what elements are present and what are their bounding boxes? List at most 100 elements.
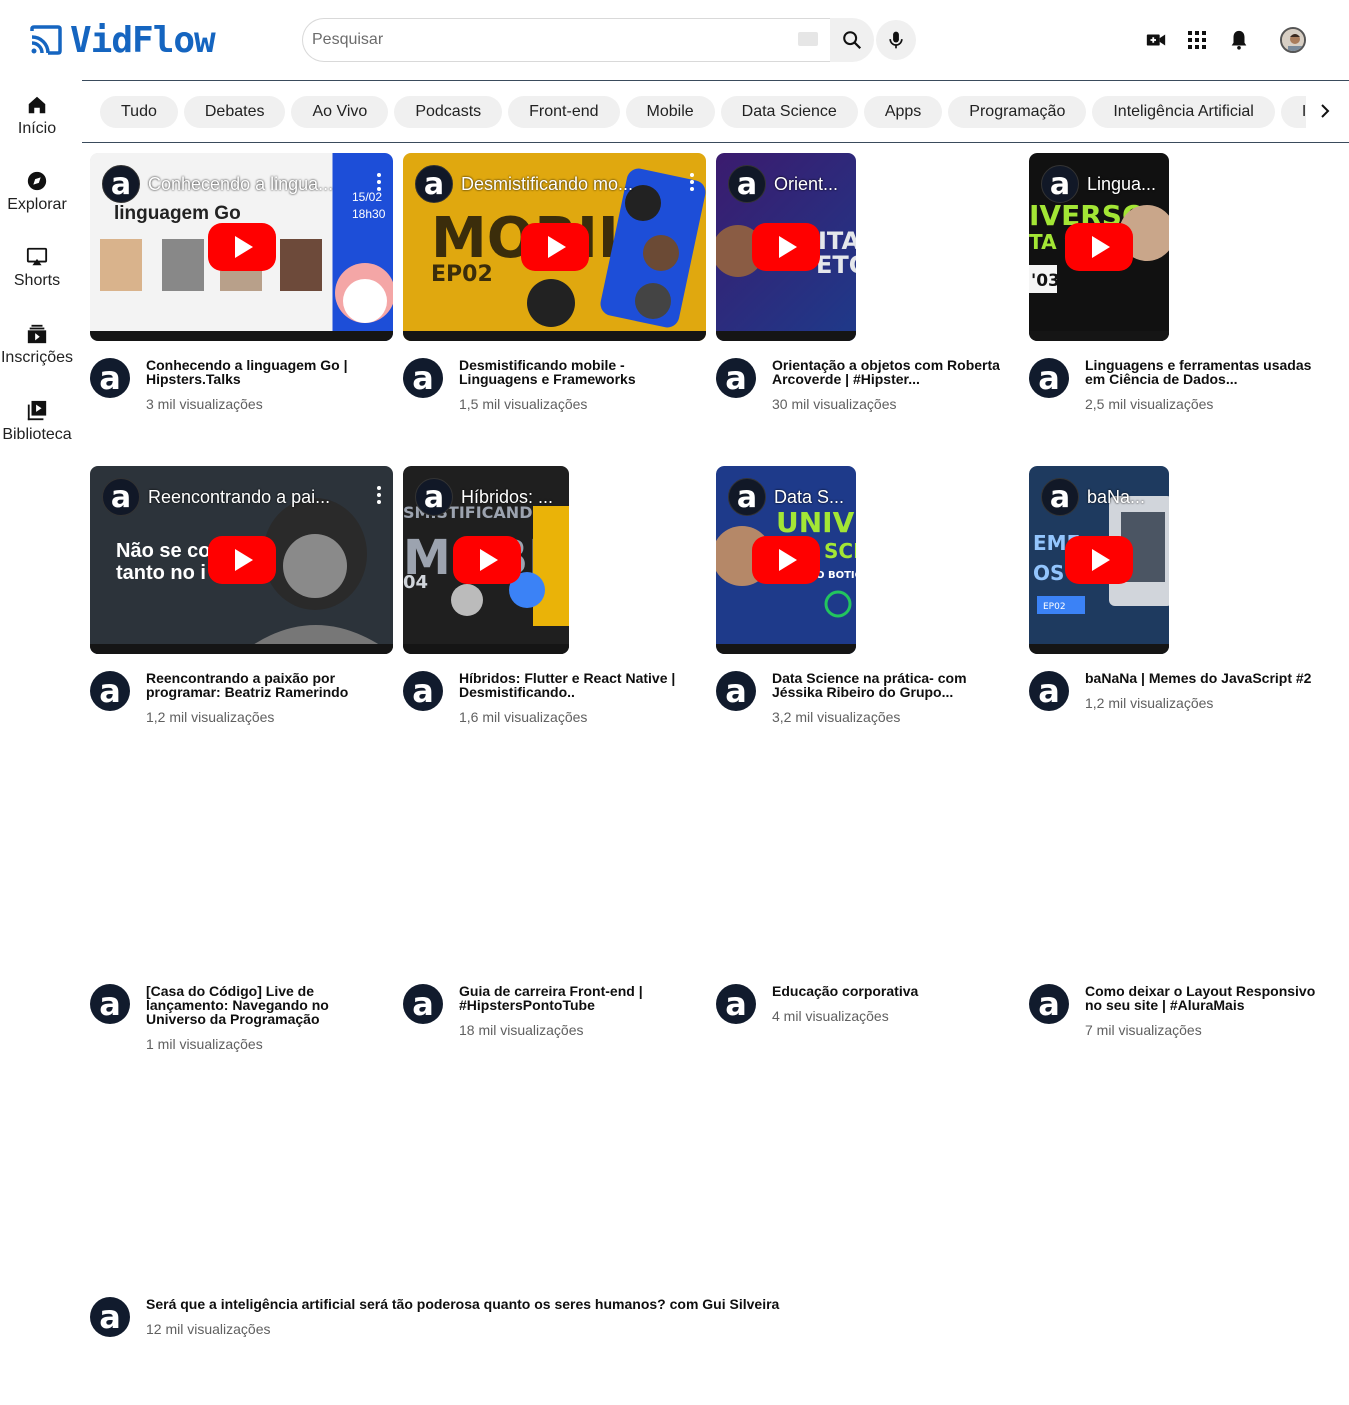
video-card[interactable]: linguagem Go 15/02 18h30 a Conhecendo a … bbox=[90, 153, 393, 412]
video-info: Data Science na prática- com Jéssika Rib… bbox=[772, 671, 1012, 725]
chip[interactable]: Inovação bbox=[1280, 96, 1306, 128]
video-thumbnail[interactable]: ITA ETO a Orient... bbox=[716, 153, 1019, 341]
video-card[interactable]: IVERSO TA S '03 a Lingua... a Linguagens… bbox=[1029, 153, 1332, 412]
video-thumbnail[interactable]: SMISTIFICANDO MOBILE 04 a Híbridos: ... bbox=[403, 466, 706, 654]
video-title[interactable]: Conhecendo a linguagem Go | Hipsters.Tal… bbox=[146, 358, 386, 386]
chip[interactable]: Mobile bbox=[625, 96, 715, 128]
more-options-icon[interactable] bbox=[377, 173, 381, 191]
channel-logo-icon: a bbox=[102, 478, 140, 516]
search-input[interactable] bbox=[312, 31, 782, 49]
video-thumbnail[interactable]: UNIVER SCI O BOTICÁ a Data S... bbox=[716, 466, 1019, 654]
video-info: Conhecendo a linguagem Go | Hipsters.Tal… bbox=[146, 358, 386, 412]
play-button-icon[interactable] bbox=[521, 223, 589, 271]
thumbnail-bottom-bar bbox=[90, 644, 393, 654]
chip[interactable]: Debates bbox=[183, 96, 286, 128]
play-button-icon[interactable] bbox=[752, 223, 820, 271]
svg-text:tanto no i: tanto no i bbox=[116, 562, 206, 584]
chip[interactable]: Front-end bbox=[508, 96, 620, 128]
video-views: 2,5 mil visualizações bbox=[1085, 396, 1214, 412]
chevron-right-icon[interactable] bbox=[1315, 101, 1335, 121]
channel-avatar-icon[interactable]: a bbox=[403, 671, 443, 711]
channel-avatar-icon[interactable]: a bbox=[1029, 358, 1069, 398]
video-thumbnail[interactable]: Não se co tanto no i a Reencontrando a p… bbox=[90, 466, 393, 654]
sidebar-item-biblioteca[interactable]: Biblioteca bbox=[0, 400, 74, 444]
play-button-icon[interactable] bbox=[752, 536, 820, 584]
video-title[interactable]: [Casa do Código] Live de lançamento: Nav… bbox=[146, 984, 386, 1026]
video-card[interactable]: SMISTIFICANDO MOBILE 04 a Híbridos: ... … bbox=[403, 466, 706, 725]
video-title[interactable]: Desmistificando mobile - Linguagens e Fr… bbox=[459, 358, 699, 386]
video-card[interactable]: UNIVER SCI O BOTICÁ a Data S... a Data S… bbox=[716, 466, 1019, 725]
channel-avatar-icon[interactable]: a bbox=[403, 984, 443, 1024]
sidebar-item-explorar[interactable]: Explorar bbox=[0, 170, 74, 214]
play-button-icon[interactable] bbox=[208, 536, 276, 584]
video-meta: a Desmistificando mobile - Linguagens e … bbox=[403, 358, 699, 412]
video-thumbnail[interactable]: EME OS EP02 a baNa... bbox=[1029, 466, 1332, 654]
video-thumbnail[interactable]: linguagem Go 15/02 18h30 a Conhecendo a … bbox=[90, 153, 393, 341]
play-button-icon[interactable] bbox=[453, 536, 521, 584]
video-meta: a [Casa do Código] Live de lançamento: N… bbox=[90, 984, 386, 1052]
video-title[interactable]: Orientação a objetos com Roberta Arcover… bbox=[772, 358, 1012, 386]
avatar bbox=[1280, 27, 1306, 53]
video-card[interactable]: Não se co tanto no i a Reencontrando a p… bbox=[90, 466, 393, 725]
channel-avatar-icon[interactable]: a bbox=[403, 358, 443, 398]
chip[interactable]: Data Science bbox=[720, 96, 858, 128]
video-title[interactable]: Guia de carreira Front-end | #HipstersPo… bbox=[459, 984, 699, 1012]
sidebar-item-shorts[interactable]: Shorts bbox=[0, 246, 74, 290]
channel-avatar-icon[interactable]: a bbox=[90, 358, 130, 398]
chip[interactable]: Inteligência Artificial bbox=[1092, 96, 1275, 128]
channel-logo-icon: a bbox=[728, 165, 766, 203]
create-button[interactable] bbox=[1140, 24, 1172, 56]
channel-avatar-icon[interactable]: a bbox=[716, 671, 756, 711]
chip[interactable]: Ao Vivo bbox=[291, 96, 389, 128]
video-title[interactable]: Data Science na prática- com Jéssika Rib… bbox=[772, 671, 1012, 699]
video-title[interactable]: baNaNa | Memes do JavaScript #2 bbox=[1085, 671, 1325, 685]
channel-avatar-icon[interactable]: a bbox=[716, 358, 756, 398]
channel-avatar-icon[interactable]: a bbox=[1029, 671, 1069, 711]
thumbnail-header: a baNa... bbox=[1041, 478, 1145, 516]
svg-text:04: 04 bbox=[403, 572, 428, 593]
video-meta: a Conhecendo a linguagem Go | Hipsters.T… bbox=[90, 358, 386, 412]
video-info: Linguagens e ferramentas usadas em Ciênc… bbox=[1085, 358, 1325, 412]
sidebar-item-inscricoes[interactable]: Inscrições bbox=[0, 323, 74, 367]
video-card[interactable]: MOBILE EP02 a Desmistificando mo... a De… bbox=[403, 153, 706, 412]
sidebar-item-label: Início bbox=[17, 120, 57, 137]
video-title[interactable]: Será que a inteligência artificial será … bbox=[146, 1297, 786, 1311]
video-title[interactable]: Como deixar o Layout Responsivo no seu s… bbox=[1085, 984, 1325, 1012]
account-button[interactable] bbox=[1277, 24, 1309, 56]
channel-avatar-icon[interactable]: a bbox=[1029, 984, 1069, 1024]
logo[interactable]: VidFlow bbox=[28, 20, 216, 61]
sidebar-item-label: Inscrições bbox=[0, 349, 74, 366]
play-button-icon[interactable] bbox=[1065, 223, 1133, 271]
video-card[interactable]: EME OS EP02 a baNa... a baNaNa | Memes d… bbox=[1029, 466, 1332, 711]
video-title[interactable]: Linguagens e ferramentas usadas em Ciênc… bbox=[1085, 358, 1325, 386]
chip[interactable]: Apps bbox=[863, 96, 943, 128]
logo-text: VidFlow bbox=[70, 20, 216, 61]
channel-avatar-icon[interactable]: a bbox=[716, 984, 756, 1024]
video-card[interactable]: ITA ETO a Orient... a Orientação a objet… bbox=[716, 153, 1019, 412]
video-title[interactable]: Educação corporativa bbox=[772, 984, 1012, 998]
more-options-icon[interactable] bbox=[377, 486, 381, 504]
play-button-icon[interactable] bbox=[1065, 536, 1133, 584]
video-thumbnail[interactable]: MOBILE EP02 a Desmistificando mo... bbox=[403, 153, 706, 341]
channel-avatar-icon[interactable]: a bbox=[90, 671, 130, 711]
more-options-icon[interactable] bbox=[690, 173, 694, 191]
play-button-icon[interactable] bbox=[208, 223, 276, 271]
video-thumbnail[interactable]: IVERSO TA S '03 a Lingua... bbox=[1029, 153, 1332, 341]
voice-search-button[interactable] bbox=[876, 20, 916, 60]
thumbnail-bottom-bar bbox=[90, 331, 393, 341]
chip[interactable]: Programação bbox=[948, 96, 1087, 128]
thumbnail-title: Lingua... bbox=[1087, 173, 1157, 194]
search-button[interactable] bbox=[830, 18, 874, 62]
channel-avatar-icon[interactable]: a bbox=[90, 1297, 130, 1337]
chip[interactable]: Podcasts bbox=[394, 96, 503, 128]
apps-button[interactable] bbox=[1181, 24, 1213, 56]
svg-text:ETO: ETO bbox=[816, 251, 856, 279]
chip[interactable]: Tudo bbox=[100, 96, 178, 128]
keyboard-icon[interactable] bbox=[798, 32, 818, 46]
video-title[interactable]: Reencontrando a paixão por programar: Be… bbox=[146, 671, 386, 699]
video-title[interactable]: Híbridos: Flutter e React Native | Desmi… bbox=[459, 671, 699, 699]
video-meta: a Orientação a objetos com Roberta Arcov… bbox=[716, 358, 1012, 412]
channel-avatar-icon[interactable]: a bbox=[90, 984, 130, 1024]
notifications-button[interactable] bbox=[1223, 24, 1255, 56]
sidebar-item-inicio[interactable]: Início bbox=[0, 94, 74, 138]
